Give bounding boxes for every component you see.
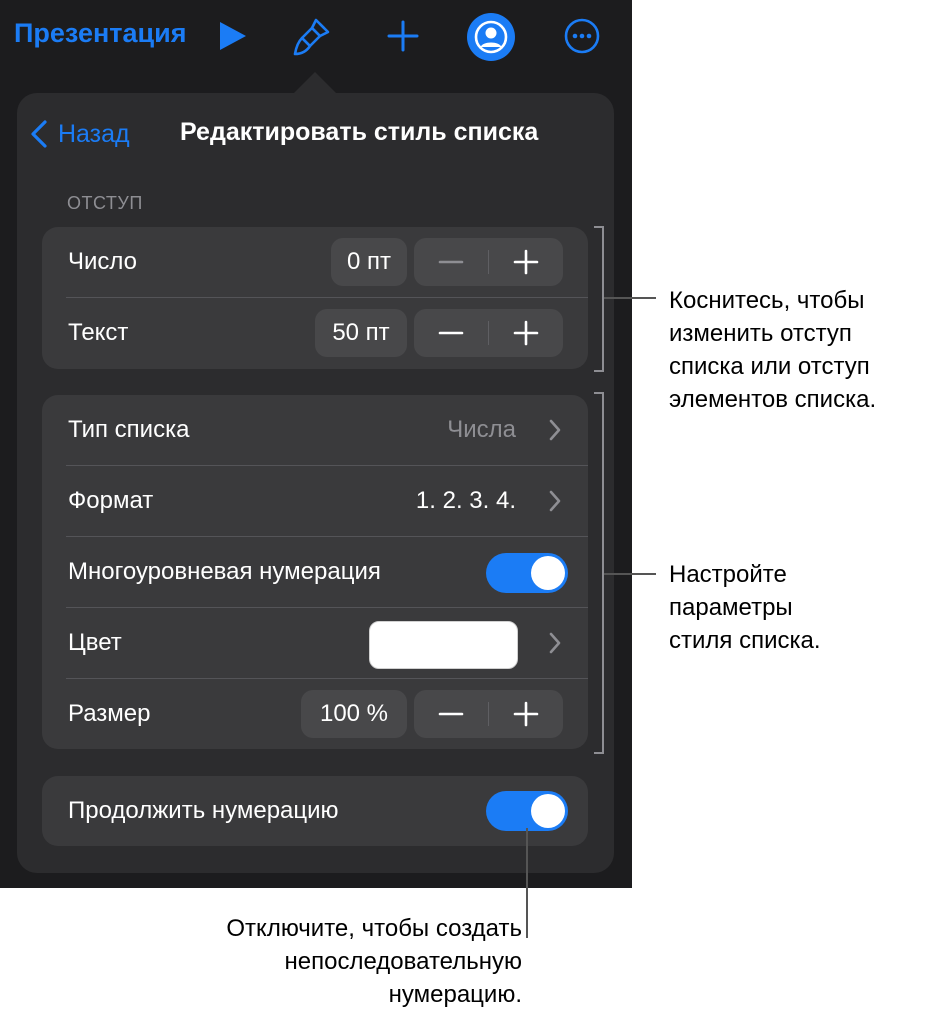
continue-callout: Отключите, чтобы создать непоследователь… <box>100 912 522 1011</box>
indent-text-value[interactable]: 50 пт <box>315 309 407 357</box>
indent-bracket <box>594 226 604 372</box>
multilevel-toggle[interactable] <box>486 553 568 593</box>
size-label: Размер <box>68 700 151 727</box>
continue-leader-line <box>526 828 528 938</box>
back-label: Назад <box>58 119 130 148</box>
more-icon[interactable] <box>560 14 604 58</box>
callout-line: стиля списка. <box>669 627 821 654</box>
chevron-right-icon <box>549 632 561 654</box>
style-bracket <box>594 392 604 754</box>
indent-text-label: Текст <box>68 319 129 346</box>
chevron-right-icon <box>549 419 561 441</box>
app-window: Презентация Назад Редактировать стиль сп… <box>0 0 632 888</box>
plus-icon[interactable] <box>489 238 563 286</box>
size-row: Размер 100 % <box>42 679 588 749</box>
size-stepper <box>414 690 563 738</box>
callout-line: Коснитесь, чтобы <box>669 287 865 314</box>
list-style-group: Тип списка Числа Формат 1. 2. 3. 4. Мног… <box>42 395 588 749</box>
callout-line: Отключите, чтобы создать <box>226 915 522 942</box>
plus-icon[interactable] <box>381 14 425 58</box>
indent-text-stepper <box>414 309 563 357</box>
format-value: 1. 2. 3. 4. <box>415 487 516 514</box>
chevron-right-icon <box>549 490 561 512</box>
indent-group: Число 0 пт Текст 50 пт <box>42 227 588 369</box>
toggle-knob <box>531 556 565 590</box>
color-label: Цвет <box>68 629 122 656</box>
chevron-left-icon <box>31 120 47 148</box>
callout-line: параметры <box>669 594 793 621</box>
style-callout: Настройте параметры стиля списка. <box>669 558 821 657</box>
multilevel-label: Многоуровневая нумерация <box>68 558 381 585</box>
format-label: Формат <box>68 487 154 514</box>
play-icon[interactable] <box>210 14 254 58</box>
indent-row-number: Число 0 пт <box>42 227 588 297</box>
presentation-button[interactable]: Презентация <box>14 18 187 49</box>
popover-title: Редактировать стиль списка <box>180 118 539 146</box>
indent-row-text: Текст 50 пт <box>42 298 588 368</box>
continue-toggle[interactable] <box>486 791 568 831</box>
callout-line: Настройте <box>669 561 787 588</box>
minus-icon[interactable] <box>414 690 488 738</box>
multilevel-row: Многоуровневая нумерация <box>42 537 588 607</box>
color-well[interactable] <box>369 621 518 669</box>
continue-label: Продолжить нумерацию <box>68 797 339 824</box>
callout-line: элементов списка. <box>669 386 877 413</box>
callout-line: нумерацию. <box>388 981 522 1008</box>
minus-icon[interactable] <box>414 309 488 357</box>
indent-leader-line <box>604 297 656 299</box>
plus-icon[interactable] <box>489 690 563 738</box>
back-button[interactable]: Назад <box>30 117 130 151</box>
collaborate-icon[interactable] <box>466 12 516 62</box>
indent-section-header: ОТСТУП <box>67 193 143 213</box>
format-row[interactable]: Формат 1. 2. 3. 4. <box>42 466 588 536</box>
size-value[interactable]: 100 % <box>301 690 407 738</box>
indent-callout: Коснитесь, чтобы изменить отступ списка … <box>669 284 876 416</box>
indent-number-value[interactable]: 0 пт <box>331 238 407 286</box>
indent-number-stepper <box>414 238 563 286</box>
continue-group: Продолжить нумерацию <box>42 776 588 846</box>
callout-line: непоследовательную <box>284 948 522 975</box>
callout-line: списка или отступ <box>669 353 870 380</box>
list-type-label: Тип списка <box>68 416 190 443</box>
indent-number-label: Число <box>68 248 138 275</box>
list-type-value: Числа <box>447 416 516 443</box>
callout-line: изменить отступ <box>669 320 852 347</box>
toggle-knob <box>531 794 565 828</box>
continue-row: Продолжить нумерацию <box>42 776 588 846</box>
list-type-row[interactable]: Тип списка Числа <box>42 395 588 465</box>
plus-icon[interactable] <box>489 309 563 357</box>
paintbrush-icon[interactable] <box>290 14 334 58</box>
color-row[interactable]: Цвет <box>42 608 588 678</box>
popover-arrow <box>293 72 337 94</box>
style-leader-line <box>604 573 656 575</box>
minus-icon[interactable] <box>414 238 488 286</box>
